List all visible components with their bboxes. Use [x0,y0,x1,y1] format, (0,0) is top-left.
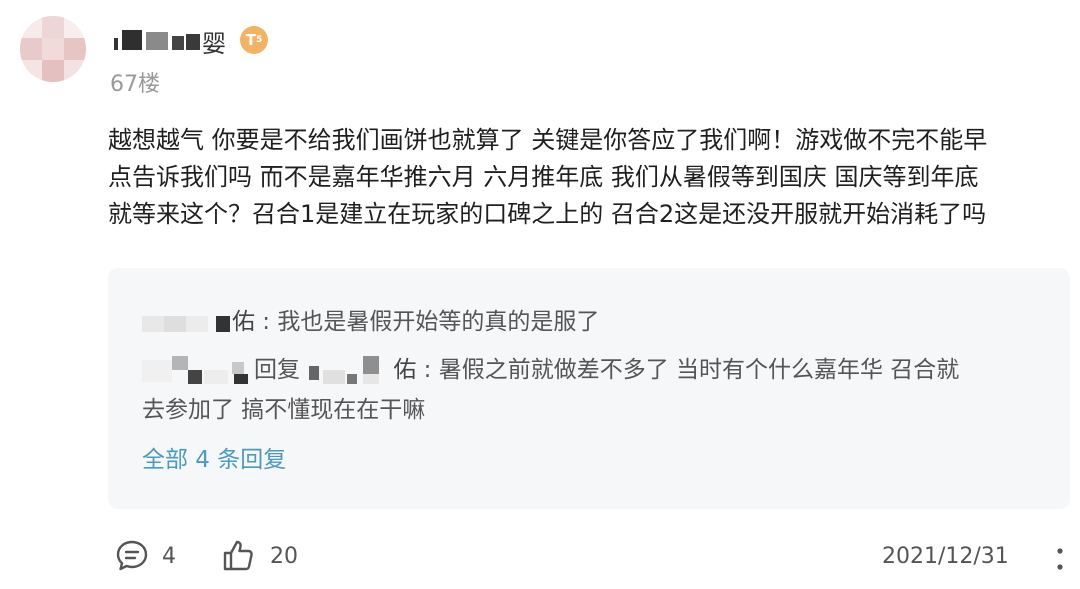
reply-word: 回复 [254,357,300,383]
floor-number: 67楼 [110,72,160,97]
comment-button[interactable]: 4 [114,538,176,574]
reply-item[interactable]: 回复 佑 : 暑假之前就做差不多了 当时有个什么嘉年华 召合就 [142,352,959,389]
level-badge: T5 [240,26,268,54]
reply-text: 暑假之前就做差不多了 当时有个什么嘉年华 召合就 [438,357,960,383]
reply-author-blur [142,355,254,386]
username-row: 婴 T5 [110,22,268,58]
username[interactable]: 婴 [110,26,230,58]
reply-target-blur [307,355,393,386]
post-date: 2021/12/31 [882,544,1009,569]
reply-text-continued: 去参加了 搞不懂现在在干嘛 [142,397,426,423]
username-suffix: 婴 [202,30,226,58]
level-badge-number: 5 [255,35,263,45]
view-all-replies-link[interactable]: 全部 4 条回复 [142,440,286,474]
reply-separator: : [255,309,278,335]
like-button[interactable]: 20 [220,538,298,574]
post-content-line: 越想越气 你要是不给我们画饼也就算了 关键是你答应了我们啊！游戏做不完不能早 [108,126,988,154]
thumbs-up-icon [223,540,253,571]
comment-post: 婴 T5 67楼 越想越气 你要是不给我们画饼也就算了 关键是你答应了我们啊！游… [0,0,1080,589]
reply-author-suffix: 佑 [232,309,255,335]
replies-box: 佑 : 我也是暑假开始等的真的是服了 回复 佑 : 暑假之前就做差不多了 当时有… [108,268,1070,509]
comment-bubble-icon [116,540,148,571]
avatar[interactable] [20,16,86,82]
reply-separator: : [416,357,439,383]
like-count: 20 [270,543,298,569]
more-vertical-icon[interactable] [1052,544,1068,574]
post-content-line: 点告诉我们吗 而不是嘉年华推六月 六月推年底 我们从暑假等到国庆 国庆等到年底 [108,163,979,191]
level-badge-letter: T [245,31,256,49]
reply-text: 我也是暑假开始等的真的是服了 [277,309,600,335]
post-content-line: 就等来这个？召合1是建立在玩家的口碑之上的 召合2这是还没开服就开始消耗了吗 [108,200,987,228]
comment-count: 4 [162,543,176,569]
post-content: 越想越气 你要是不给我们画饼也就算了 关键是你答应了我们啊！游戏做不完不能早 点… [108,122,1073,233]
post-footer: 4 20 2021/12/31 [0,530,1080,580]
reply-author-blur [142,310,232,336]
reply-item[interactable]: 佑 : 我也是暑假开始等的真的是服了 [142,304,599,341]
reply-target-suffix: 佑 [393,357,417,383]
